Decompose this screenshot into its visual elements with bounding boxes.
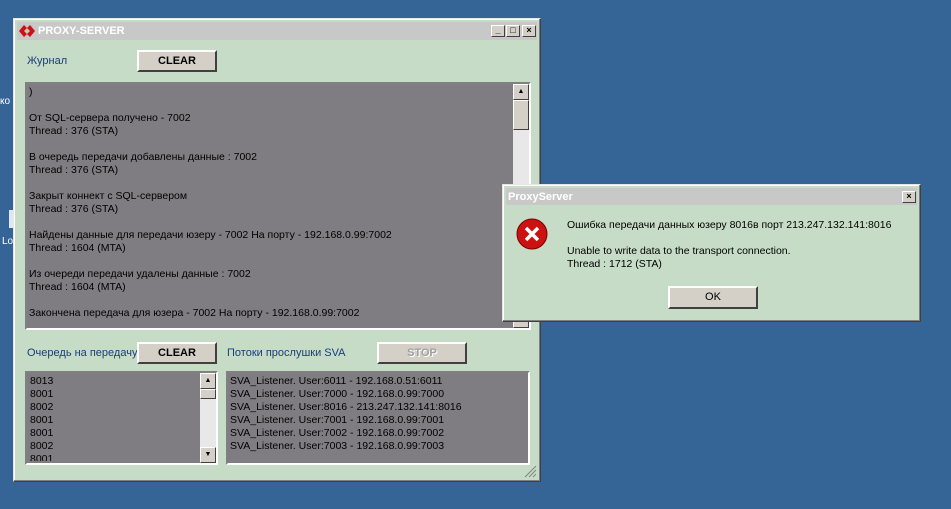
- clear-log-button[interactable]: CLEAR: [137, 50, 217, 72]
- queue-items: 8013 8001 8002 8001 8001 8002 8001: [30, 375, 198, 461]
- dialog-title: ProxyServer: [508, 190, 573, 203]
- listener-item[interactable]: SVA_Listener. User:7000 - 192.168.0.99:7…: [230, 388, 526, 401]
- listeners-label: Потоки прослушки SVA: [227, 347, 346, 359]
- error-message-line2: Unable to write data to the transport co…: [567, 245, 791, 257]
- error-message-line3: Thread : 1712 (STA): [567, 258, 662, 270]
- journal-label: Журнал: [27, 55, 68, 67]
- scroll-down-icon[interactable]: ▼: [200, 447, 216, 463]
- log-line: Из очереди передачи удалены данные : 700…: [29, 268, 251, 280]
- listener-item[interactable]: SVA_Listener. User:7001 - 192.168.0.99:7…: [230, 414, 526, 427]
- desktop-icon-label: ко: [0, 96, 11, 107]
- scroll-thumb[interactable]: [513, 100, 529, 130]
- log-line: Thread : 376 (STA): [29, 203, 119, 215]
- listener-items: SVA_Listener. User:6011 - 192.168.0.51:6…: [230, 375, 526, 461]
- minimize-button[interactable]: _: [491, 25, 505, 37]
- clear-queue-button[interactable]: CLEAR: [137, 342, 217, 364]
- scroll-up-icon[interactable]: ▲: [200, 373, 216, 389]
- listener-item[interactable]: SVA_Listener. User:8016 - 213.247.132.14…: [230, 401, 526, 414]
- error-message-line1: Ошибка передачи данных юзеру 8016в порт …: [567, 219, 892, 231]
- log-line: Закончена передача для юзера - 7002 На п…: [29, 307, 360, 319]
- log-line: В очередь передачи добавлены данные : 70…: [29, 151, 257, 163]
- queue-scrollbar[interactable]: ▲ ▼: [200, 373, 216, 463]
- queue-label: Очередь на передачу: [27, 347, 138, 359]
- queue-item[interactable]: 8013: [30, 375, 198, 388]
- listener-item[interactable]: SVA_Listener. User:6011 - 192.168.0.51:6…: [230, 375, 526, 388]
- log-line: Thread : 1604 (MTA): [29, 242, 126, 254]
- log-text: ) От SQL-сервера получено - 7002 Thread :…: [29, 86, 511, 326]
- log-line: Thread : 1604 (MTA): [29, 281, 126, 293]
- log-line: Thread : 376 (STA): [29, 125, 119, 137]
- queue-list[interactable]: 8013 8001 8002 8001 8001 8002 8001 ▲ ▼: [25, 371, 218, 465]
- queue-item[interactable]: 8001: [30, 414, 198, 427]
- log-line: От SQL-сервера получено - 7002: [29, 112, 191, 124]
- window-title: PROXY-SERVER: [38, 25, 125, 37]
- listeners-list[interactable]: SVA_Listener. User:6011 - 192.168.0.51:6…: [226, 371, 530, 465]
- log-line: ): [29, 86, 33, 98]
- listener-item[interactable]: SVA_Listener. User:7002 - 192.168.0.99:7…: [230, 427, 526, 440]
- error-dialog: ProxyServer × Ошибка передачи данных юзе…: [502, 184, 921, 322]
- dialog-close-button[interactable]: ×: [902, 190, 916, 203]
- scroll-up-icon[interactable]: ▲: [513, 84, 529, 100]
- ok-button[interactable]: OK: [668, 286, 758, 309]
- log-line: Thread : 376 (STA): [29, 164, 119, 176]
- log-line: Найдены данные для передачи юзеру - 7002…: [29, 229, 392, 241]
- error-icon: [516, 218, 548, 250]
- queue-item[interactable]: 8001: [30, 453, 198, 461]
- resize-grip-icon[interactable]: [523, 464, 537, 478]
- proxy-server-window: PROXY-SERVER _ □ × Журнал CLEAR ) От SQL…: [13, 18, 541, 482]
- queue-item[interactable]: 8002: [30, 401, 198, 414]
- dialog-title-bar[interactable]: ProxyServer ×: [506, 188, 917, 205]
- log-line: Закрыт коннект с SQL-сервером: [29, 190, 188, 202]
- scroll-thumb[interactable]: [200, 389, 216, 399]
- desktop-icon-label: Lo: [2, 236, 14, 247]
- maximize-button[interactable]: □: [506, 25, 520, 37]
- log-panel[interactable]: ) От SQL-сервера получено - 7002 Thread :…: [25, 82, 531, 330]
- queue-item[interactable]: 8001: [30, 388, 198, 401]
- close-button[interactable]: ×: [522, 25, 536, 37]
- stop-button[interactable]: STOP: [377, 342, 467, 364]
- title-bar[interactable]: PROXY-SERVER _ □ ×: [17, 22, 537, 40]
- app-logo-icon: [19, 25, 35, 37]
- listener-item[interactable]: SVA_Listener. User:7003 - 192.168.0.99:7…: [230, 440, 526, 453]
- queue-item[interactable]: 8002: [30, 440, 198, 453]
- queue-item[interactable]: 8001: [30, 427, 198, 440]
